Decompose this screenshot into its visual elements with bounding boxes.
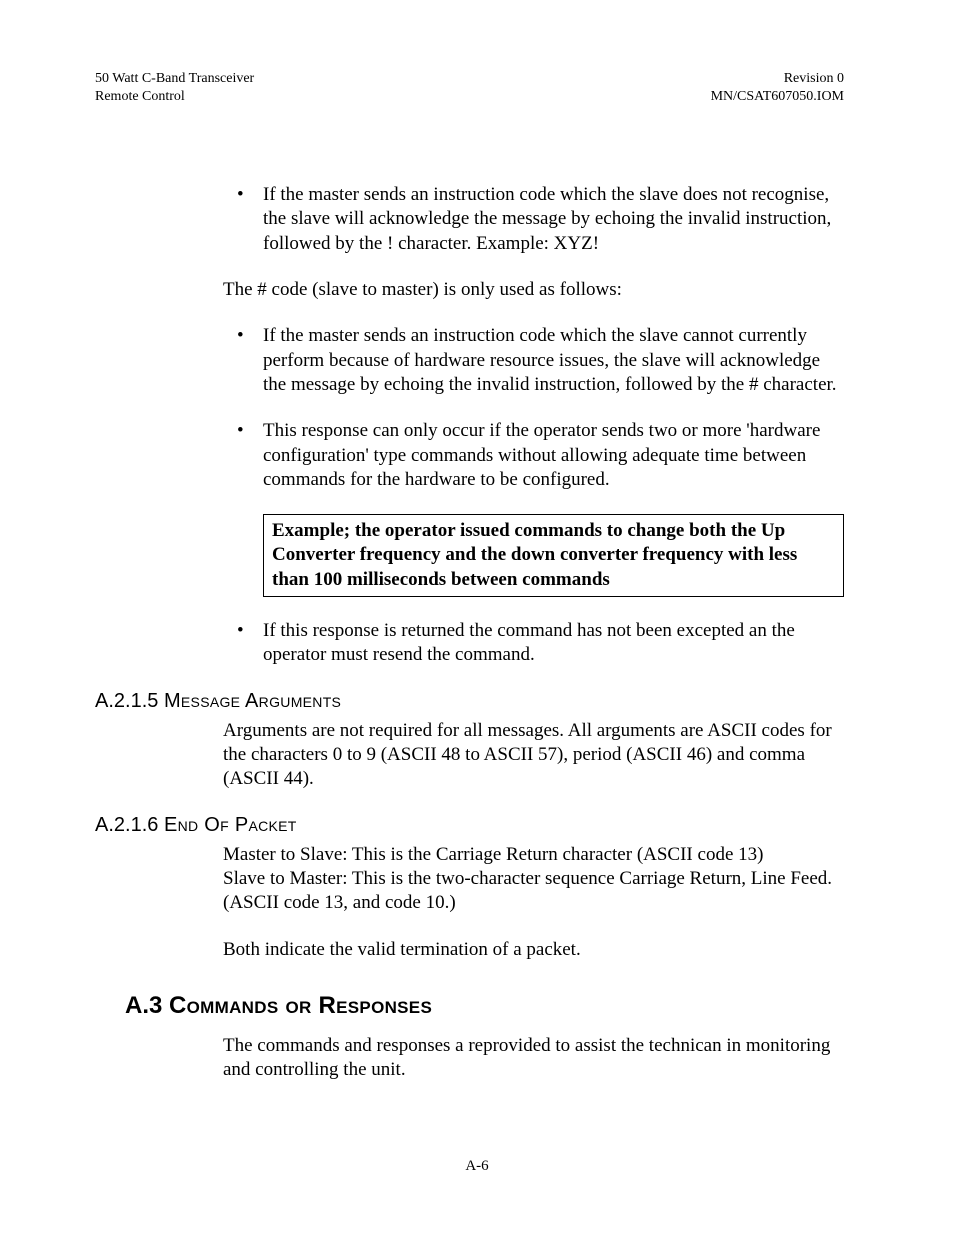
bullet-list-hash-continued: If this response is returned the command… [223,619,844,668]
section-number: A.2.1.6 [95,814,158,836]
header-right-line1: Revision 0 [784,71,844,86]
list-item: This response can only occur if the oper… [223,419,844,492]
section-a3-body: The commands and responses a reprovided … [223,1034,844,1083]
bullet-text: If the master sends an instruction code … [263,325,837,395]
body-content: If the master sends an instruction code … [223,183,844,668]
paragraph: Both indicate the valid termination of a… [223,938,844,962]
list-item: If this response is returned the command… [223,619,844,668]
section-title: Message Arguments [164,690,341,712]
page-header: 50 Watt C-Band Transceiver Remote Contro… [95,70,844,105]
header-left: 50 Watt C-Band Transceiver Remote Contro… [95,70,254,105]
header-left-line2: Remote Control [95,89,185,104]
section-title: End Of Packet [164,814,297,836]
section-heading-a216: A.2.1.6 End Of Packet [95,814,844,837]
paragraph: Slave to Master: This is the two-charact… [223,867,844,916]
paragraph: Arguments are not required for all messa… [223,719,844,792]
paragraph-hash-intro: The # code (slave to master) is only use… [223,278,844,302]
list-item: If the master sends an instruction code … [223,324,844,397]
section-heading-a3: A.3 Commands or Responses [125,992,844,1020]
section-a215-body: Arguments are not required for all messa… [223,719,844,792]
section-title: Commands or Responses [169,992,432,1019]
page-footer: A-6 [0,1158,954,1175]
paragraph: Master to Slave: This is the Carriage Re… [223,843,844,867]
section-number: A.2.1.5 [95,690,158,712]
example-box-text: Example; the operator issued commands to… [272,520,797,590]
bullet-text: If this response is returned the command… [263,620,795,665]
header-left-line1: 50 Watt C-Band Transceiver [95,71,254,86]
bullet-text: This response can only occur if the oper… [263,420,820,490]
page-number: A-6 [465,1158,488,1174]
section-a216-body: Master to Slave: This is the Carriage Re… [223,843,844,962]
list-item: If the master sends an instruction code … [223,183,844,256]
section-number: A.3 [125,992,162,1019]
header-right: Revision 0 MN/CSAT607050.IOM [711,70,844,105]
page: 50 Watt C-Band Transceiver Remote Contro… [0,0,954,1235]
paragraph: The commands and responses a reprovided … [223,1034,844,1083]
bullet-text: If the master sends an instruction code … [263,184,831,254]
section-heading-a215: A.2.1.5 Message Arguments [95,690,844,713]
header-right-line2: MN/CSAT607050.IOM [711,89,844,104]
bullet-list-exclamation: If the master sends an instruction code … [223,183,844,256]
example-box: Example; the operator issued commands to… [263,514,844,597]
bullet-list-hash: If the master sends an instruction code … [223,324,844,492]
